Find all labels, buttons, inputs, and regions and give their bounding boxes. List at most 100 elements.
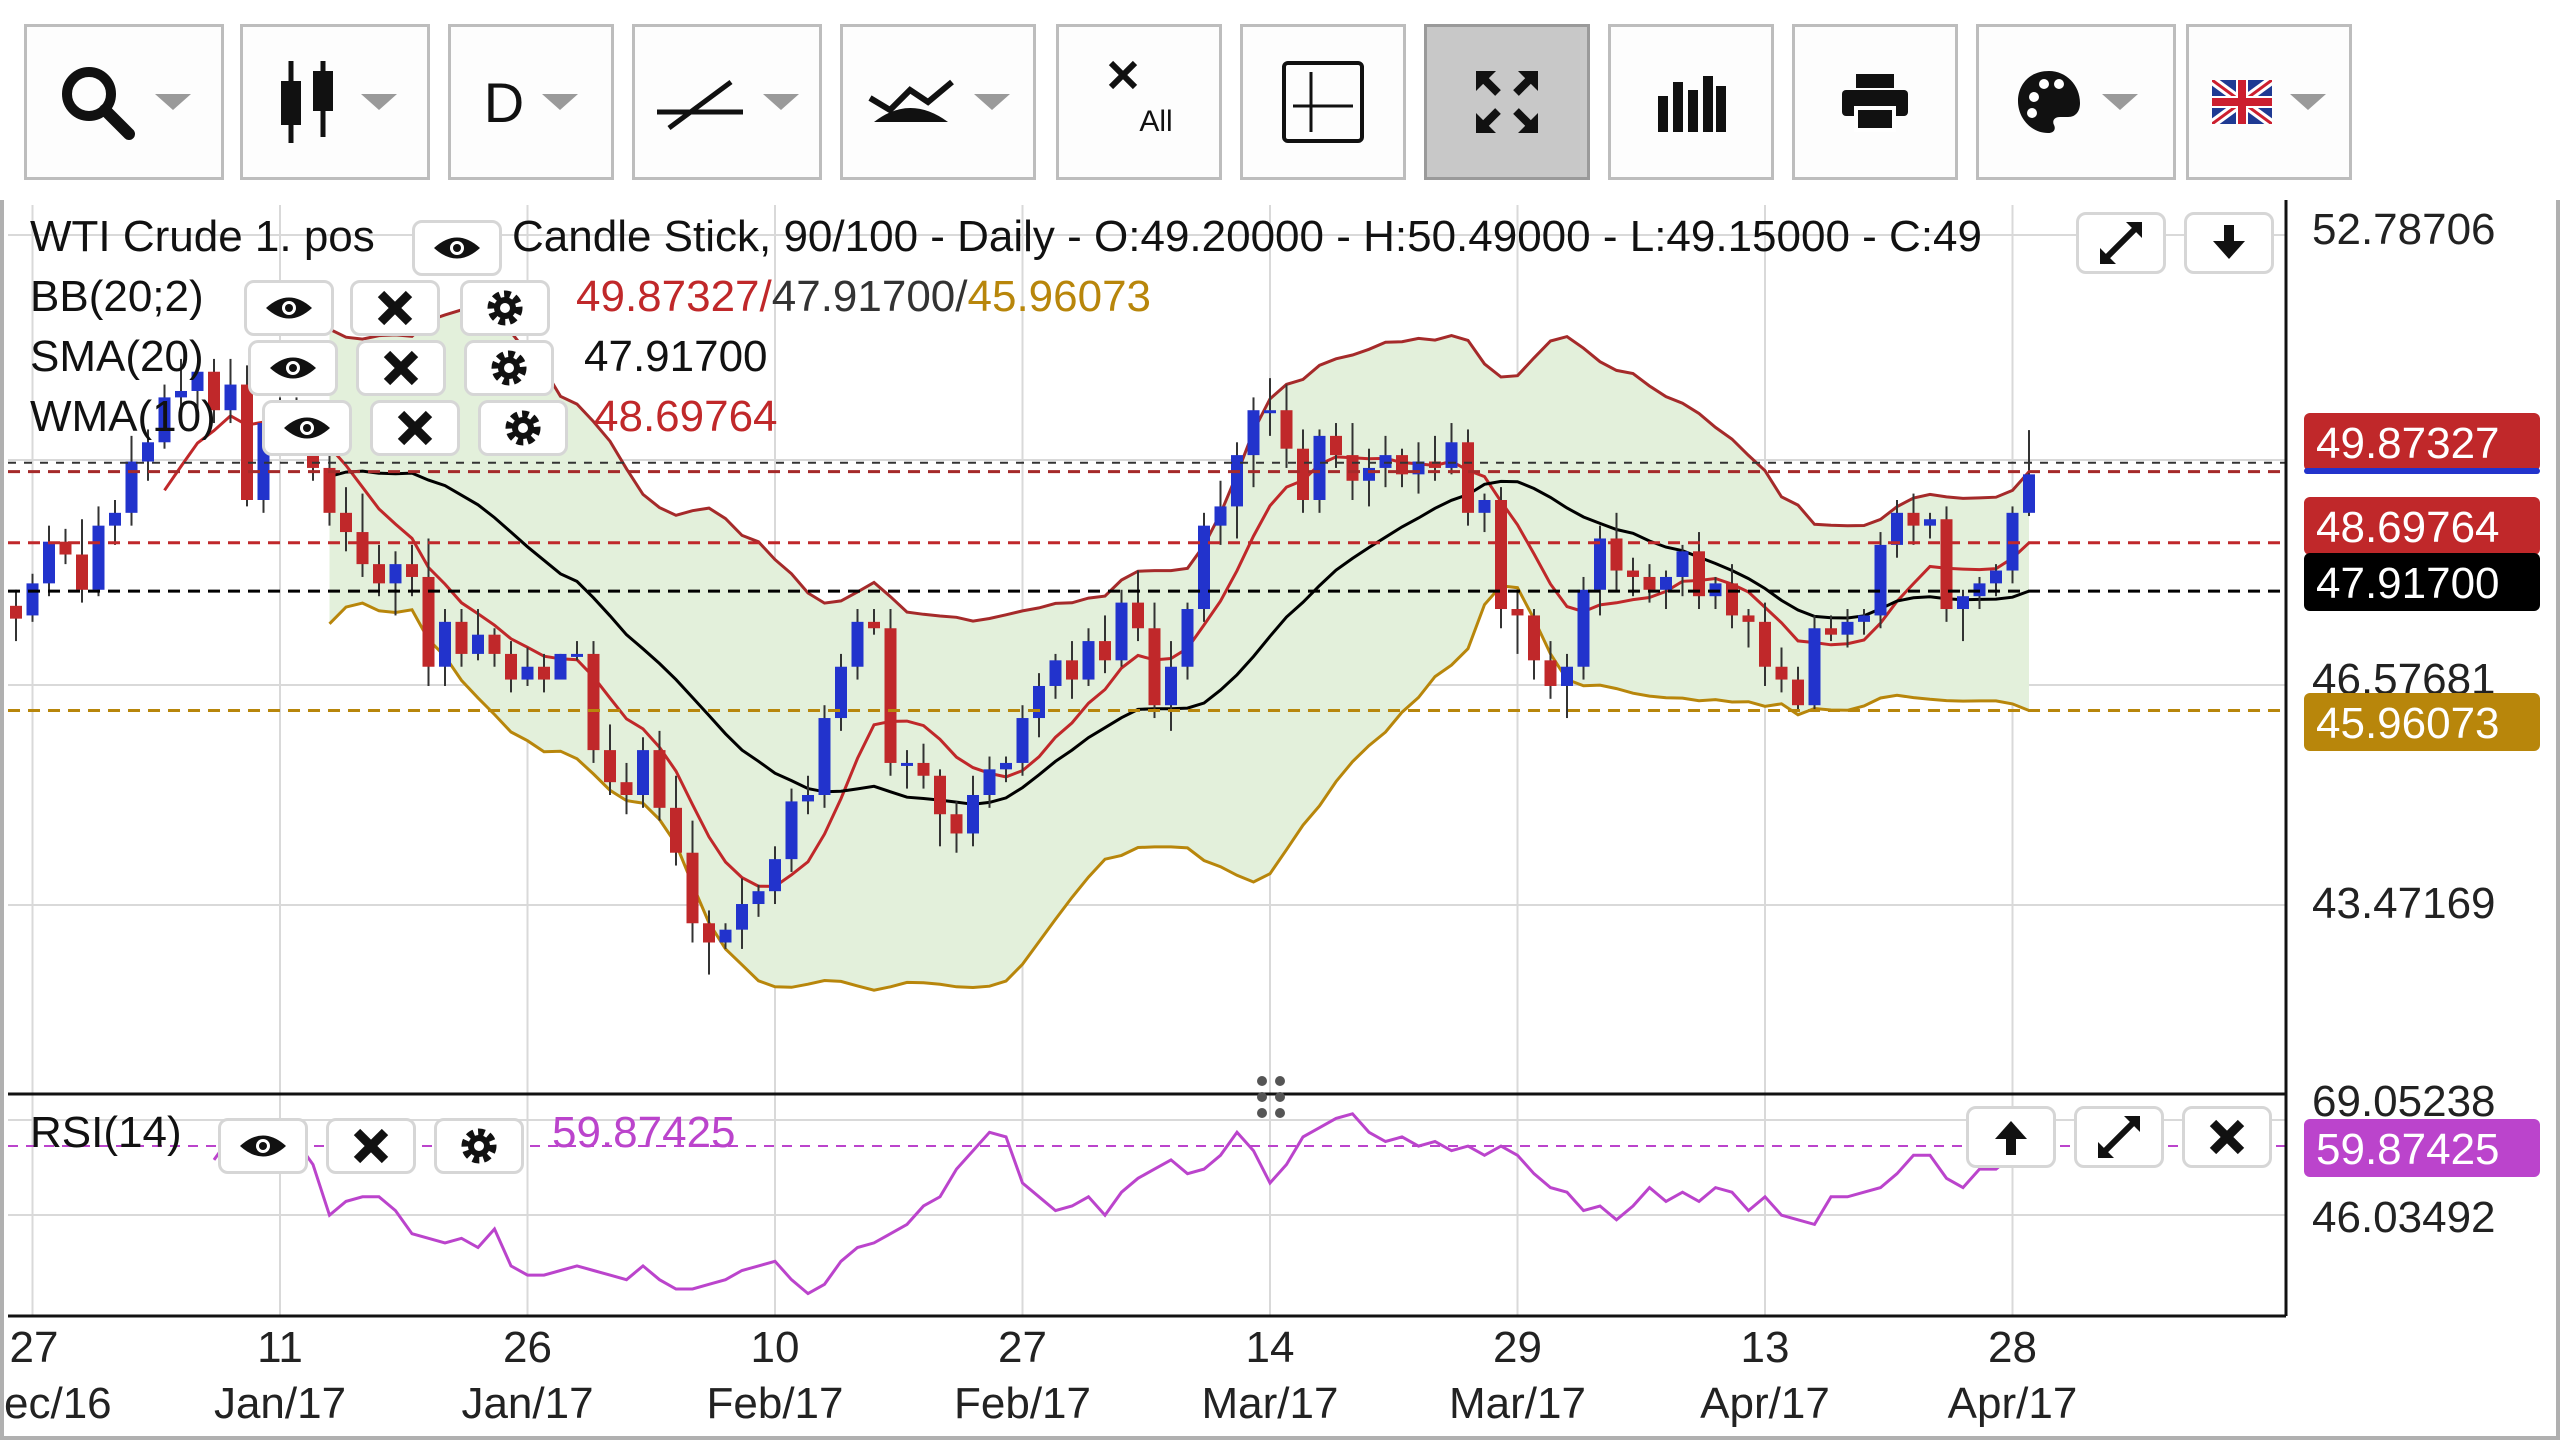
time-tick-month: Apr/17	[1700, 1379, 1830, 1428]
eye-icon	[434, 237, 480, 259]
badge-wma-label: 48.69764	[2316, 503, 2500, 552]
candle	[1528, 609, 1540, 680]
rsi-remove-button[interactable]	[326, 1118, 416, 1174]
maximize-rsi-pane-button[interactable]	[2074, 1106, 2164, 1168]
time-tick-day: 28	[1988, 1323, 2037, 1372]
gear-icon	[461, 1128, 497, 1164]
price-tick-label: 43.47169	[2312, 879, 2496, 928]
rsi-tick-label: 46.03492	[2312, 1193, 2496, 1242]
time-tick-month: Feb/17	[707, 1379, 844, 1428]
bb-settings-button[interactable]	[460, 280, 550, 336]
price-tick-label: 52.78706	[2312, 205, 2496, 254]
instrument-title: WTI Crude 1. pos	[30, 212, 375, 261]
time-tick-day: 11	[257, 1323, 303, 1372]
badge-bb-upper-label: 49.87327	[2316, 419, 2500, 468]
badge-sma: 47.91700	[2304, 553, 2540, 611]
time-axis-labels: 27 ec/16 11 Jan/17 26 Jan/17 10 Feb/17 27 Feb/17 1…	[4, 1323, 2077, 1428]
candle	[884, 609, 897, 776]
expand-icon	[2097, 1115, 2141, 1159]
candle	[1511, 589, 1524, 654]
bb-visibility-button[interactable]	[244, 280, 334, 336]
eye-icon	[284, 417, 330, 439]
rsi-value: 59.87425	[552, 1108, 736, 1157]
sma-value: 47.91700	[584, 332, 768, 381]
close-rsi-pane-button[interactable]	[2182, 1106, 2272, 1168]
time-tick-day: 13	[1741, 1323, 1790, 1372]
badge-rsi-label: 59.87425	[2316, 1125, 2500, 1174]
candle	[1808, 615, 1821, 712]
eye-icon	[240, 1135, 286, 1157]
gear-icon	[491, 350, 527, 386]
close-icon	[377, 290, 413, 326]
rsi-visibility-button[interactable]	[218, 1118, 308, 1174]
rsi-tick-label: 69.05238	[2312, 1077, 2496, 1126]
candle	[26, 573, 39, 622]
bb-upper-value: 49.87327/	[576, 272, 772, 321]
bb-mid-value: 47.91700/	[771, 272, 968, 321]
badge-wma: 48.69764	[2304, 497, 2540, 555]
gear-icon	[505, 410, 541, 446]
maximize-pane-button[interactable]	[2076, 212, 2166, 274]
bb-remove-button[interactable]	[350, 280, 440, 336]
sma-settings-button[interactable]	[464, 340, 554, 396]
time-tick-day: 27	[10, 1323, 59, 1372]
time-tick-month: ec/16	[4, 1379, 112, 1428]
arrow-down-icon	[2213, 225, 2245, 259]
time-tick-day: 26	[503, 1323, 552, 1372]
time-tick-month: Mar/17	[1449, 1379, 1586, 1428]
eye-icon	[266, 297, 312, 319]
bb-lower-value: 45.96073	[967, 272, 1152, 321]
time-tick-month: Feb/17	[954, 1379, 1091, 1428]
visibility-toggle-button[interactable]	[412, 220, 502, 276]
wma-value: 48.69764	[594, 392, 778, 441]
candle	[10, 589, 22, 642]
candle	[1940, 506, 1953, 622]
close-icon	[397, 410, 433, 446]
time-tick-month: Jan/17	[214, 1379, 346, 1428]
candle	[125, 435, 138, 526]
close-icon	[2209, 1119, 2245, 1155]
expand-icon	[2099, 221, 2143, 265]
candle	[92, 506, 105, 597]
badge-bb-lower-label: 45.96073	[2316, 699, 2500, 748]
sma-visibility-button[interactable]	[248, 340, 338, 396]
bb-label: BB(20;2)	[30, 272, 204, 321]
badge-bb-upper: 49.87327	[2304, 413, 2540, 474]
wma-remove-button[interactable]	[370, 400, 460, 456]
close-icon	[353, 1128, 389, 1164]
bb-values: 49.87327/47.91700/45.96073	[576, 272, 1151, 322]
sma-remove-button[interactable]	[356, 340, 446, 396]
time-tick-day: 27	[998, 1323, 1047, 1372]
rsi-settings-button[interactable]	[434, 1118, 524, 1174]
badge-rsi: 59.87425	[2304, 1119, 2540, 1177]
gear-icon	[487, 290, 523, 326]
candle	[1874, 532, 1887, 629]
move-pane-up-button[interactable]	[1966, 1106, 2056, 1168]
candle	[1495, 487, 1507, 629]
wma-settings-button[interactable]	[478, 400, 568, 456]
time-tick-month: Mar/17	[1202, 1379, 1339, 1428]
move-pane-down-button[interactable]	[2184, 212, 2274, 274]
wma-visibility-button[interactable]	[262, 400, 352, 456]
candle	[109, 500, 121, 545]
time-tick-day: 14	[1246, 1323, 1295, 1372]
wma-label: WMA(10)	[30, 392, 216, 441]
candle	[224, 358, 237, 424]
rsi-label: RSI(14)	[30, 1108, 182, 1157]
arrow-up-icon	[1995, 1121, 2027, 1155]
badge-sma-label: 47.91700	[2316, 559, 2500, 608]
candle	[1462, 429, 1474, 526]
candle	[587, 641, 600, 763]
close-icon	[383, 350, 419, 386]
eye-icon	[270, 357, 316, 379]
candle	[818, 705, 831, 808]
chart-description: Candle Stick, 90/100 - Daily - O:49.2000…	[512, 212, 1982, 261]
candle	[59, 528, 72, 565]
candle	[1198, 512, 1210, 622]
time-tick-day: 29	[1493, 1323, 1542, 1372]
time-tick-month: Apr/17	[1948, 1379, 2078, 1428]
time-tick-month: Jan/17	[461, 1379, 593, 1428]
candle	[554, 653, 567, 680]
sma-label: SMA(20)	[30, 332, 204, 381]
badge-bb-lower: 45.96073	[2304, 693, 2540, 751]
